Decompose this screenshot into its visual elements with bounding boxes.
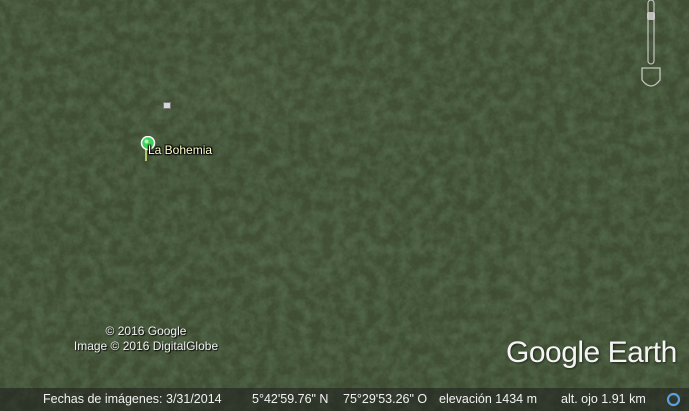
elevation-readout: elevación 1434 m: [439, 392, 537, 406]
streaming-ring-icon: [666, 392, 681, 407]
imagery-date: Fechas de imágenes: 3/31/2014: [43, 392, 222, 406]
status-bar: Fechas de imágenes: 3/31/2014 5°42'59.76…: [0, 388, 689, 411]
placemark-la-bohemia[interactable]: La Bohemia: [140, 136, 290, 164]
eye-altitude-readout: alt. ojo 1.91 km: [561, 392, 646, 406]
zoom-slider-icon[interactable]: [640, 0, 662, 92]
latitude-readout: 5°42'59.76" N: [252, 392, 329, 406]
copyright-imagery: Image © 2016 DigitalGlobe: [73, 339, 219, 353]
building-marker[interactable]: [163, 102, 171, 109]
placemark-label[interactable]: La Bohemia: [148, 143, 212, 157]
google-earth-logo: Google Earth: [506, 336, 677, 369]
copyright-notice: © 2016 Google Image © 2016 DigitalGlobe: [46, 324, 246, 354]
copyright-google: © 2016 Google: [105, 324, 187, 338]
longitude-readout: 75°29'53.26" O: [343, 392, 428, 406]
map-viewport[interactable]: La Bohemia © 2016 Google Image © 2016 Di…: [0, 0, 689, 411]
